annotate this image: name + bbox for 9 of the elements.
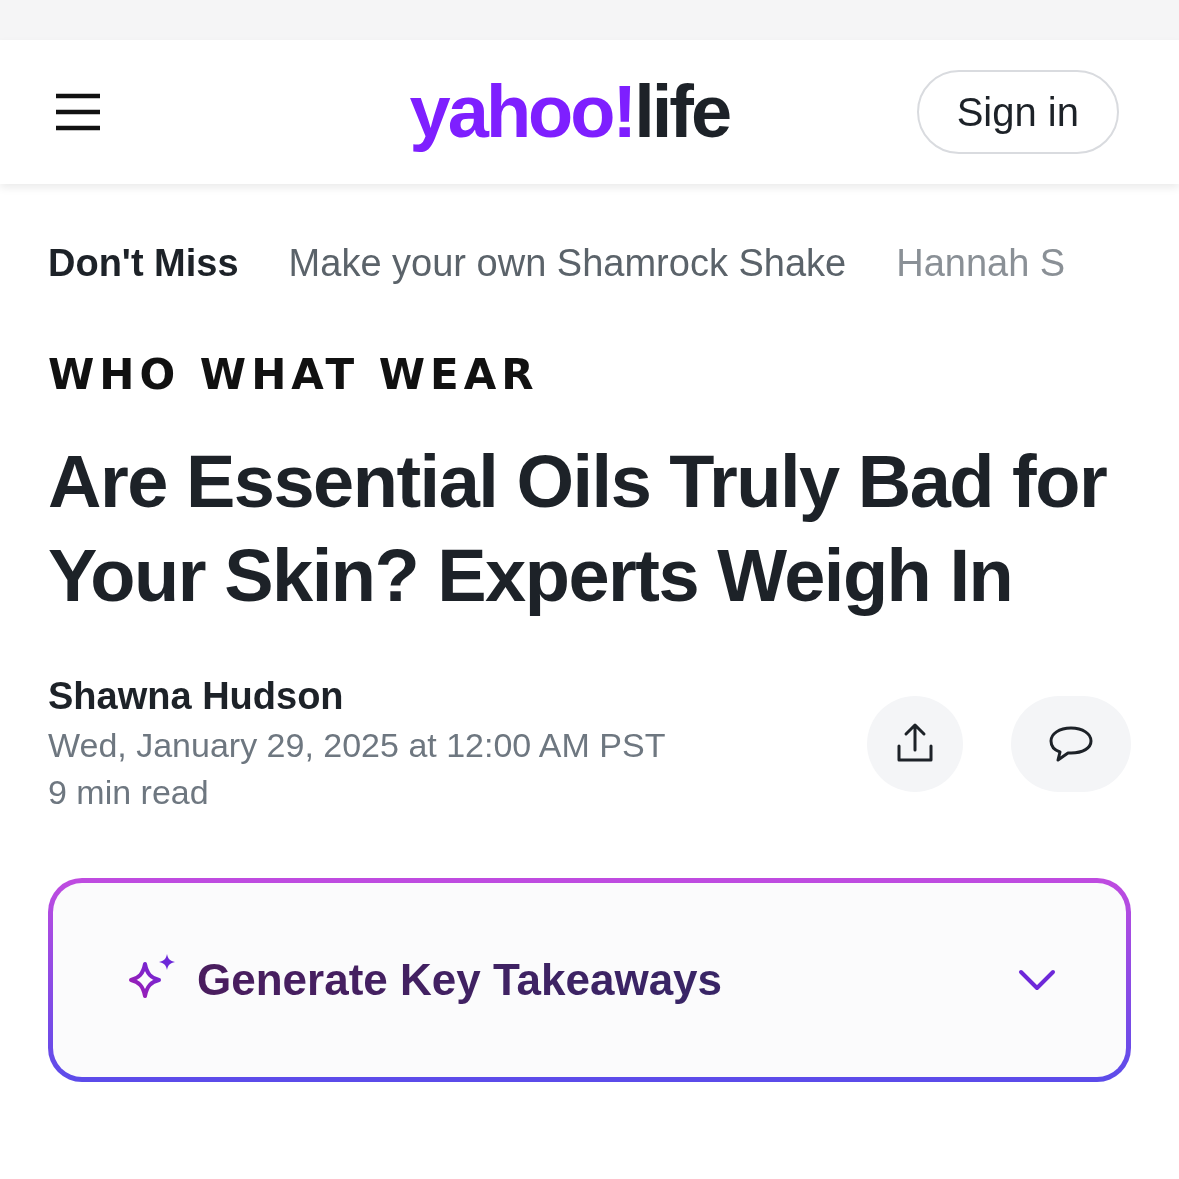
article-title: Are Essential Oils Truly Bad for Your Skin? Experts Weigh In (48, 439, 1108, 619)
dont-miss-label: Don't Miss (48, 241, 239, 285)
read-time: 9 min read (48, 773, 210, 812)
trending-link[interactable]: Make your own Shamrock Shake (288, 241, 847, 285)
author-name[interactable]: Shawna Hudson (48, 675, 666, 718)
publisher-logo[interactable]: WHO WHAT WEAR (48, 350, 539, 399)
publish-date: Wed, January 29, 2025 at 12:00 AM PST (48, 726, 666, 765)
menu-icon[interactable] (54, 92, 102, 132)
sign-in-button[interactable]: Sign in (916, 70, 1119, 154)
